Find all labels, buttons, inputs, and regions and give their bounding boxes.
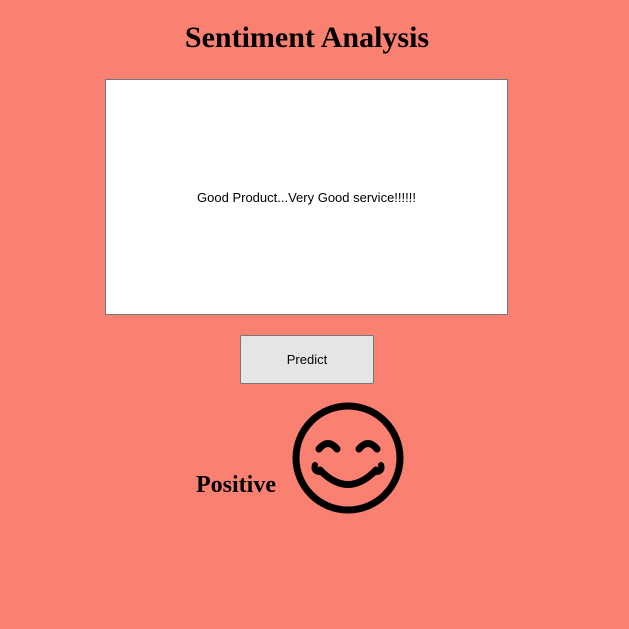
review-textarea[interactable]: Good Product...Very Good service!!!!!! [105,79,508,315]
page-title: Sentiment Analysis [184,21,430,54]
smiling-face-icon [292,402,404,514]
sentiment-result-label: Positive [196,472,276,498]
review-text: Good Product...Very Good service!!!!!! [197,189,416,205]
predict-button[interactable]: Predict [240,335,374,384]
